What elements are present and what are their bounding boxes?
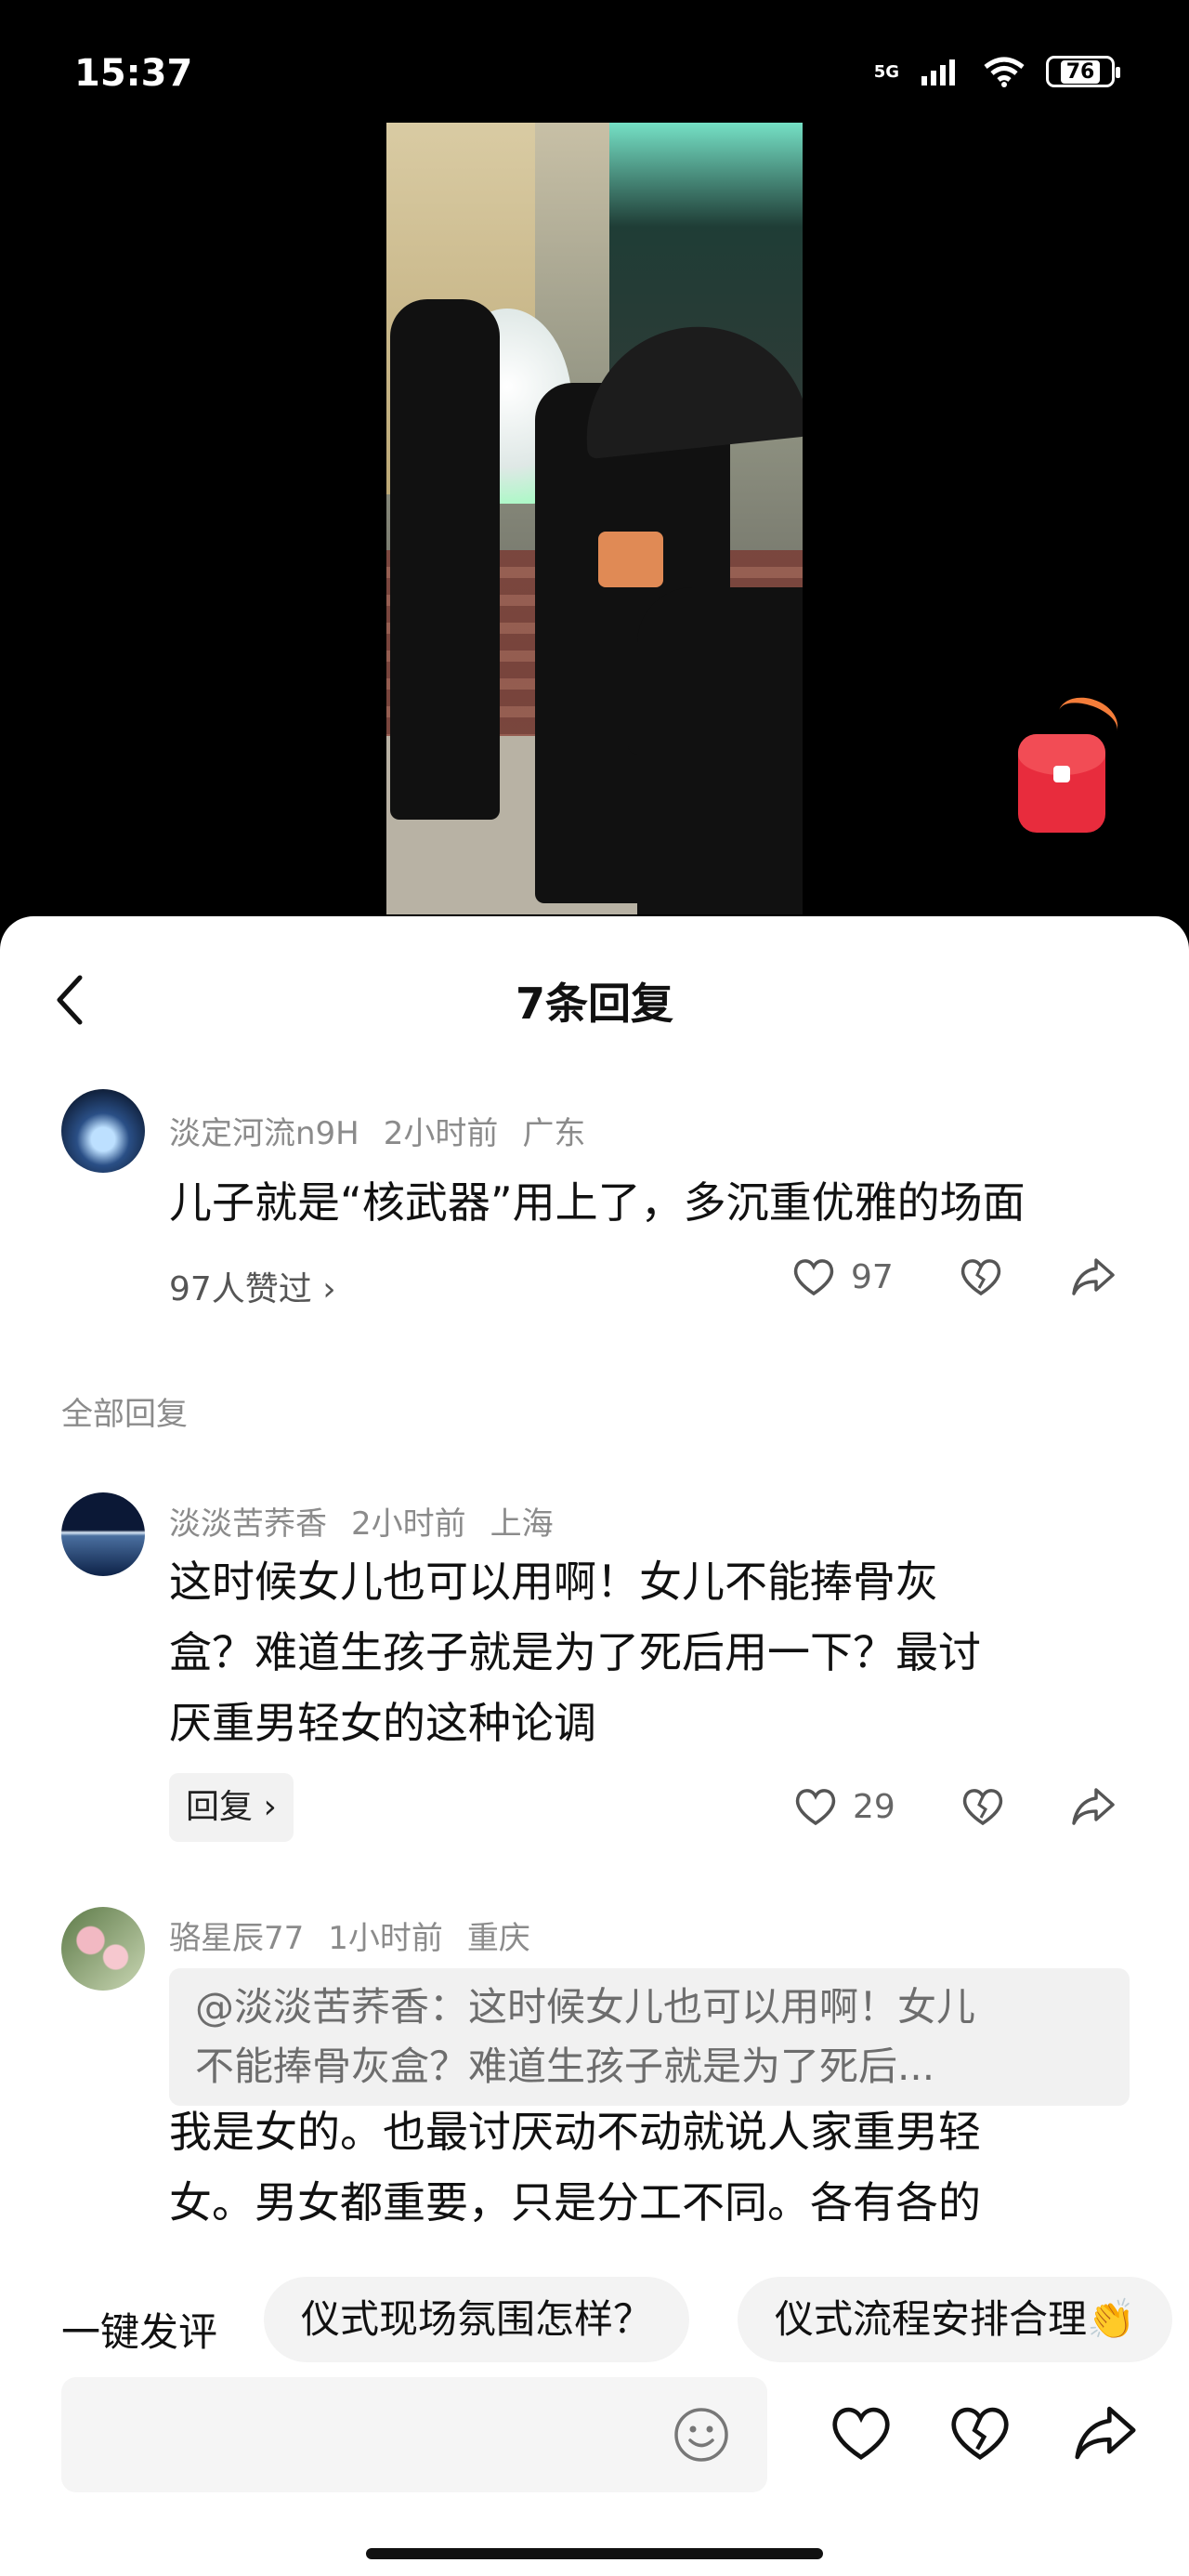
reply-text-line: 女。男女都重要，只是分工不同。各有各的 — [169, 2177, 981, 2228]
video-person — [637, 587, 803, 914]
like-count: 29 — [853, 1787, 895, 1826]
home-indicator[interactable] — [366, 2548, 823, 2559]
reply-time: 2小时前 — [351, 1505, 466, 1543]
reply-username[interactable]: 骆星辰77 — [169, 1920, 304, 1957]
reply-meta: 骆星辰77 1小时前 重庆 — [169, 1912, 555, 1958]
reply-text: 这时候女儿也可以用啊！女儿不能捧骨灰 盒？难道生孩子就是为了死后用一下？最讨 厌… — [169, 1546, 981, 1758]
quote-line: @淡淡苦荞香：这时候女儿也可以用啊！女儿 — [195, 1984, 976, 2030]
reply-text-line: 盒？难道生孩子就是为了死后用一下？最讨 — [169, 1627, 981, 1677]
status-icons: 5G 76 — [873, 56, 1120, 87]
emoji-icon[interactable] — [673, 2406, 730, 2464]
comment-username[interactable]: 淡定河流n9H — [169, 1115, 359, 1152]
network-label: 5G — [873, 61, 899, 82]
reply-text: 我是女的。也最讨厌动不动就说人家重男轻 女。男女都重要，只是分工不同。各有各的 — [169, 2096, 981, 2238]
quick-comment-chip[interactable]: 仪式现场氛围怎样？ — [264, 2277, 690, 2362]
reply-text-line: 厌重男轻女的这种论调 — [169, 1698, 596, 1748]
avatar[interactable] — [61, 1907, 145, 1991]
avatar[interactable] — [61, 1089, 145, 1173]
broken-heart-icon[interactable] — [947, 2403, 1013, 2463]
reply-button[interactable]: 回复 › — [169, 1773, 294, 1842]
video-player[interactable] — [386, 123, 803, 914]
quote-line: 不能捧骨灰盒？难道生孩子就是为了死后... — [195, 2044, 935, 2089]
video-person — [390, 299, 500, 820]
signal-icon — [921, 59, 955, 85]
broken-heart-icon[interactable] — [959, 1256, 1003, 1297]
reply-text-line: 我是女的。也最讨厌动不动就说人家重男轻 — [169, 2107, 981, 2157]
broken-heart-icon[interactable] — [960, 1786, 1005, 1827]
reply-username[interactable]: 淡淡苦荞香 — [169, 1505, 327, 1543]
avatar[interactable] — [61, 1492, 145, 1576]
comment-actions: 97 — [791, 1256, 1117, 1297]
sheet-title: 7条回复 — [515, 979, 673, 1029]
reply-meta: 淡淡苦荞香 2小时前 上海 — [169, 1498, 578, 1544]
battery-indicator: 76 — [1046, 56, 1120, 87]
quick-comment-chip[interactable]: 仪式流程安排合理👏 — [738, 2277, 1173, 2362]
battery-level: 76 — [1060, 59, 1101, 84]
reply-location: 上海 — [490, 1505, 554, 1543]
heart-icon[interactable] — [793, 1786, 838, 1827]
share-arrow-icon[interactable] — [1072, 2403, 1139, 2463]
section-all-replies: 全部回复 — [61, 1396, 188, 1433]
comment-location: 广东 — [522, 1115, 586, 1152]
wifi-icon — [984, 57, 1025, 87]
reply-actions: 29 — [793, 1786, 1117, 1827]
share-arrow-icon[interactable] — [1070, 1786, 1117, 1827]
share-arrow-icon[interactable] — [1070, 1256, 1117, 1297]
like-count: 97 — [851, 1257, 894, 1296]
comment-text: 儿子就是“核武器”用上了，多沉重优雅的场面 — [169, 1177, 1026, 1228]
status-time: 15:37 — [74, 52, 193, 95]
quick-comment-label: 一键发评 — [61, 2309, 218, 2355]
sheet-header: 7条回复 — [0, 916, 1189, 1084]
heart-icon[interactable] — [791, 1256, 836, 1297]
liked-by-link[interactable]: 97人赞过 › — [169, 1262, 336, 1310]
quoted-reply[interactable]: @淡淡苦荞香：这时候女儿也可以用啊！女儿 不能捧骨灰盒？难道生孩子就是为了死后.… — [169, 1968, 1130, 2106]
comment-input[interactable] — [61, 2377, 767, 2492]
quick-comment-bar: 一键发评 仪式现场氛围怎样？ 仪式流程安排合理👏 — [0, 2277, 1189, 2379]
heart-icon[interactable] — [829, 2403, 894, 2463]
reply-text-line: 这时候女儿也可以用啊！女儿不能捧骨灰 — [169, 1557, 938, 1607]
reply-location: 重庆 — [466, 1920, 530, 1957]
red-packet-icon[interactable] — [1018, 734, 1105, 833]
video-urn-box — [598, 532, 663, 587]
comment-meta: 淡定河流n9H 2小时前 广东 — [169, 1108, 609, 1153]
reply-time: 1小时前 — [328, 1920, 443, 1957]
comment-time: 2小时前 — [383, 1115, 499, 1152]
